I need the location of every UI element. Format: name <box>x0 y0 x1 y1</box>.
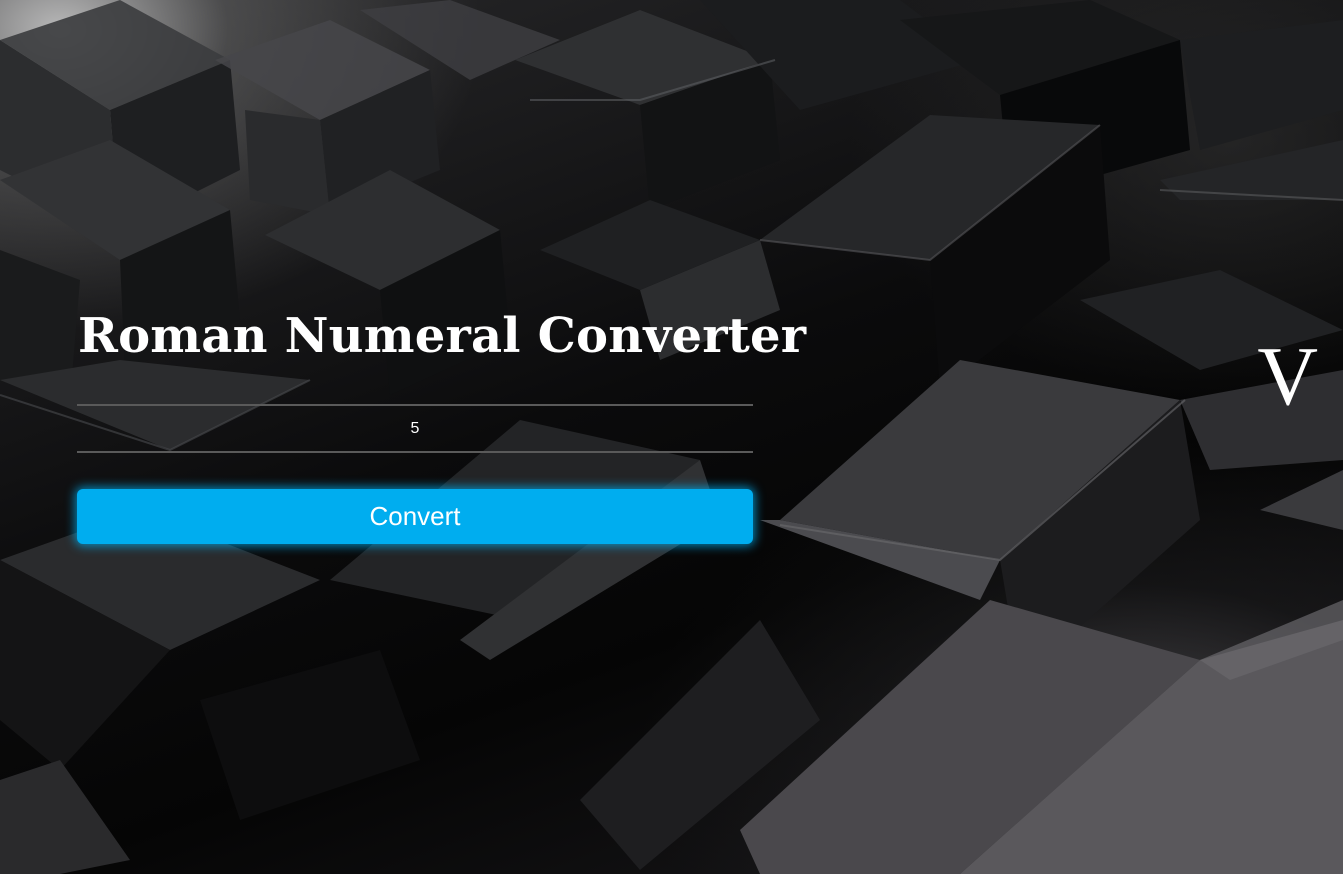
page: Roman Numeral Converter Convert V <box>0 0 1343 874</box>
number-input[interactable] <box>77 406 753 451</box>
roman-numeral-output: V <box>1257 330 1318 423</box>
page-title: Roman Numeral Converter <box>78 308 807 364</box>
number-input-container <box>77 404 753 453</box>
convert-button[interactable]: Convert <box>77 489 753 544</box>
